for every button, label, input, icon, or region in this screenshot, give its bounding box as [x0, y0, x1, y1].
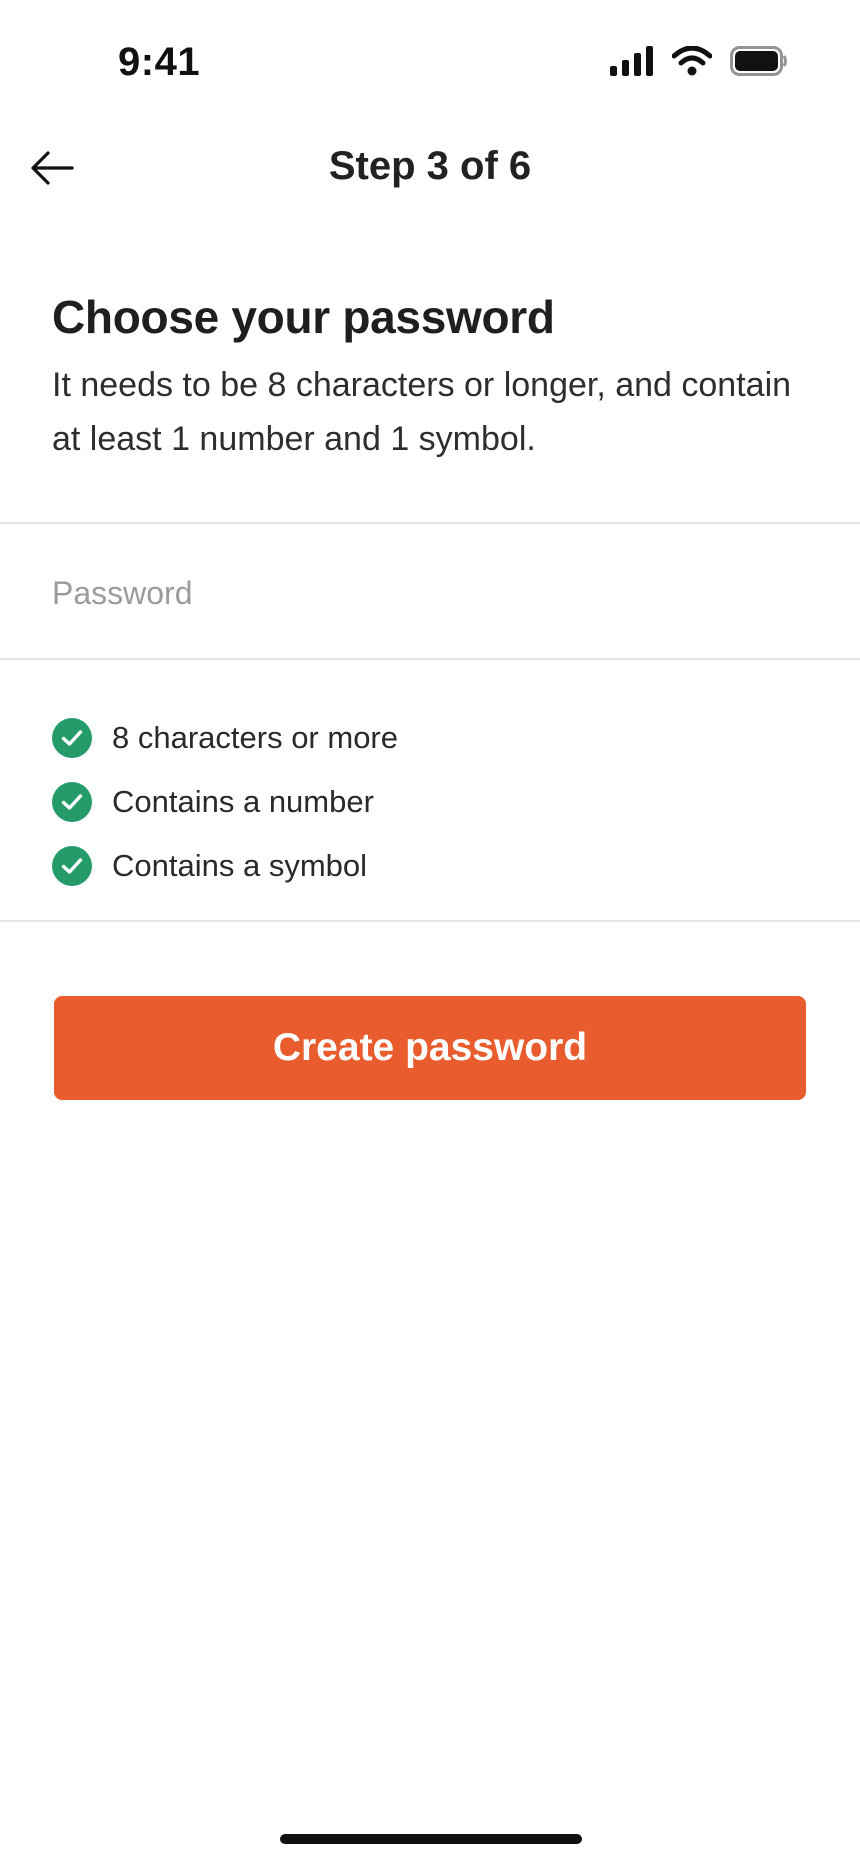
cellular-signal-icon — [610, 46, 654, 81]
requirement-label: Contains a symbol — [112, 848, 368, 883]
nav-header: Step 3 of 6 — [0, 120, 860, 220]
requirement-number: Contains a number — [52, 770, 398, 834]
password-rules-description: It needs to be 8 characters or longer, a… — [52, 366, 792, 458]
divider — [0, 920, 860, 922]
home-indicator — [280, 1834, 582, 1844]
status-bar: 9:41 — [0, 0, 860, 120]
wifi-icon — [671, 45, 713, 81]
requirement-length: 8 characters or more — [52, 706, 398, 770]
password-input[interactable] — [52, 570, 808, 616]
requirement-label: 8 characters or more — [112, 720, 398, 755]
battery-icon — [730, 46, 788, 81]
check-circle-icon — [52, 718, 92, 758]
check-circle-icon — [52, 846, 92, 886]
step-indicator: Step 3 of 6 — [328, 144, 532, 188]
intro-section: Choose your password It needs to be 8 ch… — [52, 290, 812, 466]
requirement-symbol: Contains a symbol — [52, 834, 398, 898]
status-time: 9:41 — [118, 40, 201, 84]
divider — [0, 522, 860, 524]
password-requirements: 8 characters or more Contains a number C… — [52, 706, 398, 898]
divider — [0, 658, 860, 660]
create-password-button[interactable]: Create password — [54, 996, 806, 1100]
status-icons — [610, 45, 788, 81]
page-title: Choose your password — [52, 291, 555, 343]
requirement-label: Contains a number — [112, 784, 374, 819]
check-circle-icon — [52, 782, 92, 822]
